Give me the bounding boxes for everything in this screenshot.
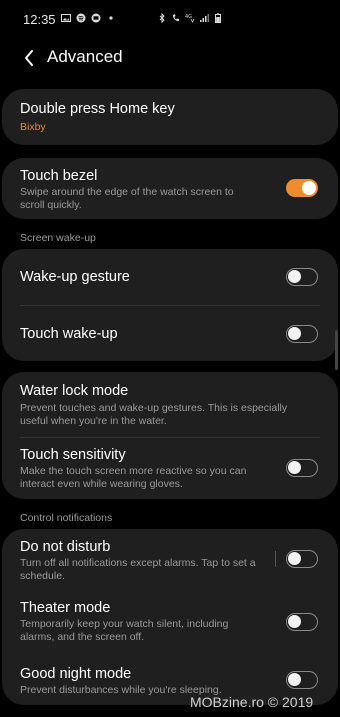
setting-touch-wake-up[interactable]: Touch wake-up — [2, 305, 338, 361]
setting-touch-sensitivity[interactable]: Touch sensitivity Make the touch screen … — [2, 437, 338, 499]
touch-sensitivity-toggle[interactable] — [286, 459, 318, 477]
wifi-call-icon — [173, 14, 179, 21]
setting-title: Water lock mode — [20, 383, 129, 399]
touch-bezel-toggle[interactable] — [286, 179, 318, 197]
do-not-disturb-toggle[interactable] — [286, 550, 318, 568]
setting-touch-bezel[interactable]: Touch bezel Swipe around the edge of the… — [2, 158, 338, 219]
setting-theater-mode[interactable]: Theater mode Temporarily keep your watch… — [2, 591, 338, 657]
card-screen-wake-up: Wake-up gesture Touch wake-up — [2, 249, 338, 361]
spotify-icon — [76, 13, 86, 23]
card-double-press: Double press Home key Bixby — [2, 89, 338, 145]
notification-icons — [61, 13, 116, 23]
setting-title: Theater mode — [20, 600, 111, 616]
good-night-mode-toggle[interactable] — [286, 671, 318, 689]
setting-title: Good night mode — [20, 666, 132, 682]
scroll-indicator[interactable] — [335, 330, 338, 370]
wake-up-gesture-toggle[interactable] — [286, 268, 318, 286]
toggle-knob — [288, 615, 301, 628]
setting-description: Turn off all notifications except alarms… — [20, 557, 256, 582]
image-icon — [61, 14, 71, 22]
app-header: Advanced — [0, 40, 340, 80]
setting-description: Temporarily keep your watch silent, incl… — [20, 618, 229, 643]
system-icons: 4G — [157, 13, 223, 23]
setting-description: Make the touch screen more reactive so y… — [20, 465, 247, 490]
bluetooth-icon — [159, 13, 165, 23]
card-water-touch: Water lock mode Prevent touches and wake… — [2, 372, 338, 499]
mail-icon — [91, 13, 101, 23]
status-bar: 12:35 4G — [0, 0, 340, 40]
touch-wake-up-toggle[interactable] — [286, 325, 318, 343]
vertical-divider — [275, 551, 276, 567]
setting-value: Bixby — [20, 121, 46, 133]
theater-mode-toggle[interactable] — [286, 613, 318, 631]
lte-icon: 4G — [185, 14, 195, 23]
setting-title: Double press Home key — [20, 101, 175, 117]
toggle-knob — [288, 552, 301, 565]
setting-water-lock-mode[interactable]: Water lock mode Prevent touches and wake… — [2, 372, 338, 436]
back-arrow-icon[interactable] — [18, 46, 42, 70]
watermark: MOBzine.ro © 2019 — [190, 694, 314, 710]
page-title: Advanced — [47, 47, 123, 66]
setting-description: Prevent touches and wake-up gestures. Th… — [20, 402, 288, 427]
toggle-knob — [288, 673, 301, 686]
setting-double-press-home-key[interactable]: Double press Home key Bixby — [2, 89, 338, 145]
battery-icon — [215, 13, 221, 23]
setting-title: Touch wake-up — [20, 326, 118, 342]
dot-icon — [109, 16, 113, 20]
setting-description: Swipe around the edge of the watch scree… — [20, 186, 234, 211]
card-touch-bezel: Touch bezel Swipe around the edge of the… — [2, 158, 338, 219]
section-label-screen-wake-up: Screen wake-up — [20, 232, 96, 244]
signal-icon — [200, 14, 209, 22]
section-label-control-notifications: Control notifications — [20, 512, 113, 524]
status-time: 12:35 — [23, 12, 56, 27]
toggle-knob — [302, 181, 316, 195]
setting-title: Do not disturb — [20, 539, 111, 555]
setting-title: Wake-up gesture — [20, 269, 130, 285]
setting-title: Touch sensitivity — [20, 447, 126, 463]
setting-do-not-disturb[interactable]: Do not disturb Turn off all notification… — [2, 529, 338, 590]
toggle-knob — [288, 270, 301, 283]
card-control-notifications: Do not disturb Turn off all notification… — [2, 529, 338, 705]
toggle-knob — [288, 461, 301, 474]
setting-wake-up-gesture[interactable]: Wake-up gesture — [2, 249, 338, 305]
toggle-knob — [288, 327, 301, 340]
setting-title: Touch bezel — [20, 168, 98, 184]
